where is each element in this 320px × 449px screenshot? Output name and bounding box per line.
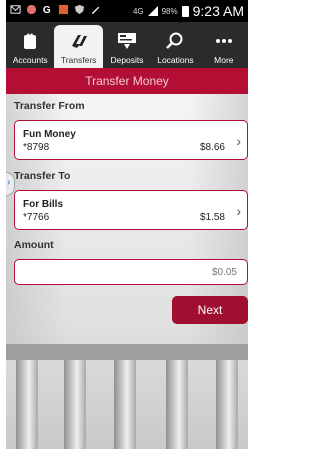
search-icon bbox=[166, 32, 183, 49]
transfer-from-label: Transfer From bbox=[14, 100, 85, 112]
svg-text:G: G bbox=[43, 5, 51, 15]
wallet-icon bbox=[24, 33, 37, 49]
status-right: 4G 98% 9:23 AM bbox=[133, 3, 244, 19]
tab-label: Accounts bbox=[12, 55, 48, 65]
google-icon: G bbox=[43, 5, 51, 15]
transfer-from-account[interactable]: Fun Money *8798 $8.66 › bbox=[14, 120, 248, 160]
tab-label: Deposits bbox=[110, 55, 144, 65]
page-title: Transfer Money bbox=[6, 68, 248, 94]
network-type: 4G bbox=[132, 6, 144, 16]
transfer-to-account[interactable]: For Bills *7766 $1.58 › bbox=[14, 190, 248, 230]
notification-icons: G bbox=[10, 4, 101, 15]
chevron-right-icon: › bbox=[236, 203, 241, 219]
amount-input[interactable]: $0.05 bbox=[14, 259, 248, 285]
battery-percent: 98% bbox=[161, 6, 178, 16]
bank-column bbox=[64, 360, 86, 449]
from-account-balance: $8.66 bbox=[199, 142, 225, 153]
to-account-balance: $1.58 bbox=[199, 212, 225, 223]
amount-label: Amount bbox=[14, 239, 54, 251]
shield-icon bbox=[74, 4, 85, 15]
status-bar: G 4G 98% 9:23 AM bbox=[6, 0, 248, 22]
transfer-arrows-icon bbox=[71, 35, 87, 48]
chevron-right-icon: › bbox=[7, 177, 11, 188]
bank-column bbox=[216, 360, 238, 449]
to-account-number: *7766 bbox=[23, 212, 50, 223]
from-account-name: Fun Money bbox=[23, 129, 76, 140]
battery-icon bbox=[181, 5, 189, 17]
bank-background: Transfer From Fun Money *8798 $8.66 › Tr… bbox=[6, 94, 248, 449]
from-account-number: *8798 bbox=[23, 142, 50, 153]
clock: 9:23 AM bbox=[192, 3, 244, 19]
tab-accounts[interactable]: Accounts bbox=[6, 22, 54, 68]
tab-locations[interactable]: Locations bbox=[151, 22, 199, 68]
signal-icon bbox=[147, 6, 158, 16]
bank-column bbox=[114, 360, 136, 449]
tab-label: Transfers bbox=[60, 55, 97, 65]
check-deposit-icon bbox=[118, 33, 137, 49]
next-button[interactable]: Next bbox=[172, 296, 248, 324]
app-notification-icon-2 bbox=[58, 4, 69, 15]
tab-label: More bbox=[214, 55, 234, 65]
bank-column bbox=[166, 360, 188, 449]
tab-deposits[interactable]: Deposits bbox=[103, 22, 151, 68]
app-notification-icon bbox=[26, 4, 37, 15]
bank-entablature bbox=[6, 344, 248, 360]
mail-icon bbox=[10, 5, 21, 14]
tab-transfers[interactable]: Transfers bbox=[54, 25, 103, 68]
tab-more[interactable]: More bbox=[200, 22, 248, 68]
amount-value: $0.05 bbox=[211, 267, 237, 278]
tab-bar: Accounts Transfers Deposits Locations Mo… bbox=[6, 22, 248, 68]
more-dots-icon bbox=[215, 39, 232, 43]
transfer-to-label: Transfer To bbox=[14, 170, 71, 182]
phone-screen: G 4G 98% 9:23 AM Accounts Transfers Depo… bbox=[6, 0, 248, 449]
chevron-right-icon: › bbox=[236, 133, 241, 149]
pen-icon bbox=[91, 6, 100, 15]
bank-column bbox=[16, 360, 38, 449]
tab-label: Locations bbox=[157, 55, 194, 65]
to-account-name: For Bills bbox=[23, 199, 64, 210]
